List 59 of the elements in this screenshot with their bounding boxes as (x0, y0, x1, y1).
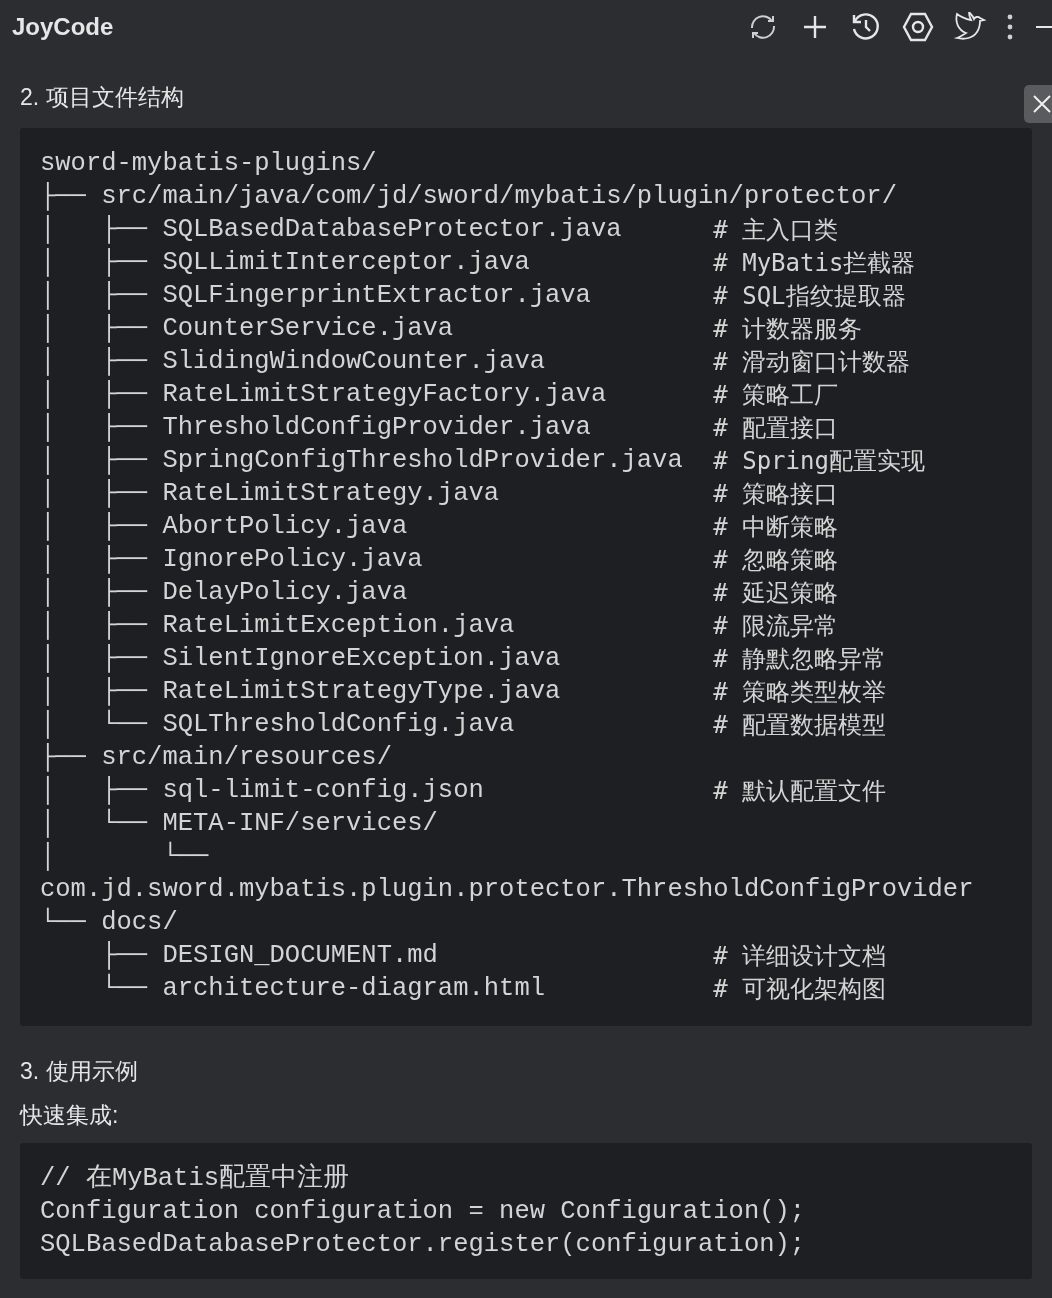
code-line: │ ├── SilentIgnoreException.java (40, 642, 562, 675)
close-button[interactable] (1024, 85, 1052, 123)
code-line: │ └── META-INF/services/ (40, 807, 438, 840)
code-comment: # 可视化架构图 (713, 974, 887, 1005)
code-line: ├── src/main/java/com/jd/sword/mybatis/plugin/protector/ (40, 180, 897, 213)
code-line: │ ├── SQLBasedDatabaseProtector.java (40, 213, 623, 246)
code-comment: # MyBatis拦截器 (713, 248, 916, 279)
code-comment: # 中断策略 (713, 512, 839, 543)
code-comment: # Spring配置实现 (713, 446, 925, 477)
more-icon[interactable] (1006, 13, 1014, 41)
code-comment: # 滑动窗口计数器 (713, 347, 911, 378)
code-line: └── docs/ (40, 906, 178, 939)
code-line: │ ├── RateLimitStrategyFactory.java (40, 378, 608, 411)
code-comment: # 策略接口 (713, 479, 839, 510)
code-comment: # 策略类型枚举 (713, 677, 887, 708)
code-comment: # 配置数据模型 (713, 710, 887, 741)
code-line: │ ├── RateLimitStrategy.java (40, 477, 501, 510)
code-line: sword-mybatis-plugins/ (40, 147, 377, 180)
code-line: │ ├── IgnorePolicy.java (40, 543, 424, 576)
code-line: │ ├── RateLimitStrategyType.java (40, 675, 562, 708)
code-line: │ └── SQLThresholdConfig.java (40, 708, 516, 741)
code-comment: # 配置接口 (713, 413, 839, 444)
app-title: JoyCode (12, 12, 114, 42)
code-line: │ ├── sql-limit-config.json (40, 774, 485, 807)
code-comment: # 延迟策略 (713, 578, 839, 609)
code-line: │ └── (40, 840, 209, 873)
history-icon[interactable] (850, 11, 882, 43)
code-comment: # 计数器服务 (713, 314, 863, 345)
code-line: com.jd.sword.mybatis.plugin.protector.ThresholdConfigProvider (40, 873, 974, 906)
code-comment: # 忽略策略 (713, 545, 839, 576)
settings-icon[interactable] (902, 12, 934, 42)
code-comment: # SQL指纹提取器 (713, 281, 906, 312)
code-comment: # 静默忽略异常 (713, 644, 887, 675)
code-line: │ ├── CounterService.java (40, 312, 455, 345)
code-line: │ ├── SQLLimitInterceptor.java (40, 246, 531, 279)
code-line: │ ├── SQLFingerprintExtractor.java (40, 279, 592, 312)
code-line: │ ├── ThresholdConfigProvider.java (40, 411, 592, 444)
code-line: // 在MyBatis配置中注册 (40, 1162, 350, 1195)
code-comment: # 默认配置文件 (713, 776, 887, 807)
section-heading: 3. 使用示例 (20, 1056, 139, 1086)
code-line: │ ├── RateLimitException.java (40, 609, 516, 642)
code-line: │ ├── DelayPolicy.java (40, 576, 409, 609)
subheading: 快速集成: (20, 1101, 120, 1130)
code-line: ├── src/main/resources/ (40, 741, 392, 774)
code-comment: # 策略工厂 (713, 380, 839, 411)
bird-icon[interactable] (954, 12, 986, 42)
section-heading: 2. 项目文件结构 (20, 83, 185, 112)
close-icon (1032, 94, 1052, 114)
code-line: SQLBasedDatabaseProtector.register(configuration); (40, 1228, 806, 1261)
code-line: │ ├── SlidingWindowCounter.java (40, 345, 546, 378)
code-line: ├── DESIGN_DOCUMENT.md (100, 939, 439, 972)
code-comment: # 详细设计文档 (713, 941, 887, 972)
minimize-icon[interactable] (1034, 25, 1052, 29)
code-line: │ ├── AbortPolicy.java (40, 510, 409, 543)
code-comment: # 主入口类 (713, 215, 839, 246)
code-line: Configuration configuration = new Configuration(); (40, 1195, 806, 1228)
code-comment: # 限流异常 (713, 611, 839, 642)
code-line: └── architecture-diagram.html (100, 972, 546, 1005)
code-line: │ ├── SpringConfigThresholdProvider.java (40, 444, 684, 477)
